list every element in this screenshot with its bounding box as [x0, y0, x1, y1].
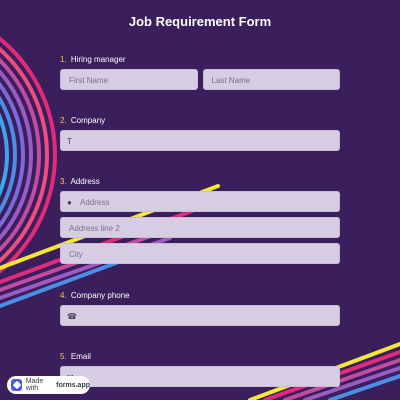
- question-number: 5.: [60, 352, 67, 361]
- placeholder-text: First Name: [69, 76, 109, 85]
- company-phone-input[interactable]: ☎: [60, 305, 340, 326]
- question-number: 2.: [60, 116, 67, 125]
- placeholder-text: Address: [80, 198, 110, 207]
- question-email: 5. Email ✉: [60, 351, 340, 387]
- text-type-icon: T: [67, 137, 72, 146]
- city-input[interactable]: City: [60, 243, 340, 264]
- question-label: 5. Email: [60, 351, 340, 363]
- form-title: Job Requirement Form: [128, 14, 272, 29]
- question-text: Company: [70, 116, 106, 125]
- first-name-input[interactable]: First Name: [60, 69, 198, 90]
- question-label: 4. Company phone: [60, 290, 340, 302]
- placeholder-text: Last Name: [211, 76, 251, 85]
- badge-brand: forms.app: [56, 381, 90, 389]
- question-label: 1. Hiring manager: [60, 54, 340, 66]
- question-text: Email: [70, 352, 91, 361]
- question-text: Company phone: [70, 291, 130, 300]
- form-container: Job Requirement Form 1. Hiring manager F…: [0, 0, 400, 400]
- question-text: Hiring manager: [70, 55, 126, 64]
- question-company-phone: 4. Company phone ☎: [60, 290, 340, 326]
- question-label: 3. Address: [60, 176, 340, 188]
- address-line-2-input[interactable]: Address line 2: [60, 217, 340, 238]
- address-input[interactable]: ● Address: [60, 191, 340, 212]
- question-address: 3. Address ● Address Address line 2 City: [60, 176, 340, 269]
- location-pin-icon: ●: [67, 198, 72, 207]
- phone-icon: ☎: [67, 312, 77, 321]
- company-input[interactable]: T: [60, 130, 340, 151]
- placeholder-text: Address line 2: [69, 224, 120, 233]
- question-label: 2. Company: [60, 115, 340, 127]
- badge-prefix: Made with: [25, 378, 44, 392]
- email-input[interactable]: ✉: [60, 366, 340, 387]
- placeholder-text: City: [69, 250, 83, 259]
- question-company: 2. Company T: [60, 115, 340, 151]
- question-hiring-manager: 1. Hiring manager First Name Last Name: [60, 54, 340, 90]
- question-number: 4.: [60, 291, 67, 300]
- question-text: Address: [70, 177, 100, 186]
- forms-app-logo-icon: [11, 379, 22, 391]
- last-name-input[interactable]: Last Name: [202, 69, 340, 90]
- question-number: 3.: [60, 177, 67, 186]
- question-number: 1.: [60, 55, 67, 64]
- made-with-forms-app-badge[interactable]: Made with forms.app: [7, 376, 90, 394]
